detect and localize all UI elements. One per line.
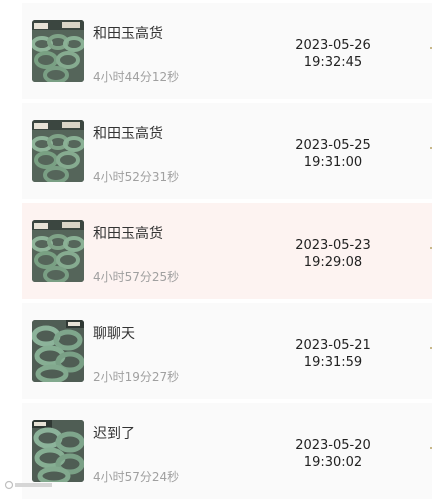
item-title: 和田玉高货 [93, 26, 163, 42]
edge-marker [430, 347, 432, 349]
edge-marker [430, 147, 432, 149]
item-datetime: 2023-05-23 19:29:08 [278, 237, 388, 271]
list-item[interactable]: 和田玉高货 4小时44分12秒 2023-05-26 19:32:45 [22, 3, 432, 99]
item-datetime: 2023-05-21 19:31:59 [278, 337, 388, 371]
jade-bangles-thumbnail [32, 320, 84, 382]
item-time: 19:31:00 [303, 155, 363, 170]
item-datetime: 2023-05-26 19:32:45 [278, 37, 388, 71]
item-title: 迟到了 [93, 426, 135, 442]
list-item[interactable]: 和田玉高货 4小时57分25秒 2023-05-23 19:29:08 [22, 203, 432, 299]
item-date: 2023-05-20 [295, 438, 371, 453]
item-datetime: 2023-05-25 19:31:00 [278, 137, 388, 171]
item-duration: 4小时52分31秒 [93, 170, 180, 184]
live-replay-list: 和田玉高货 4小时44分12秒 2023-05-26 19:32:45 和田玉高… [0, 0, 435, 499]
jade-bangles-thumbnail [32, 120, 84, 182]
item-time: 19:30:02 [303, 455, 363, 470]
watermark-logo [4, 480, 54, 493]
jade-bangles-thumbnail [32, 420, 84, 482]
jade-bangles-thumbnail [32, 20, 84, 82]
edge-marker [430, 247, 432, 249]
item-date: 2023-05-23 [295, 238, 371, 253]
item-title: 和田玉高货 [93, 226, 163, 242]
item-date: 2023-05-21 [295, 338, 371, 353]
item-title: 和田玉高货 [93, 126, 163, 142]
edge-marker [430, 47, 432, 49]
item-time: 19:32:45 [303, 55, 363, 70]
item-time: 19:29:08 [303, 255, 363, 270]
item-title: 聊聊天 [93, 326, 135, 342]
jade-bangles-thumbnail [32, 220, 84, 282]
item-duration: 4小时57分25秒 [93, 270, 180, 284]
item-time: 19:31:59 [303, 355, 363, 370]
list-item[interactable]: 聊聊天 2小时19分27秒 2023-05-21 19:31:59 [22, 303, 432, 399]
item-duration: 4小时44分12秒 [93, 70, 180, 84]
list-item[interactable]: 迟到了 4小时57分24秒 2023-05-20 19:30:02 [22, 403, 432, 499]
item-duration: 4小时57分24秒 [93, 470, 180, 484]
item-date: 2023-05-26 [295, 38, 371, 53]
edge-marker [430, 447, 432, 449]
item-date: 2023-05-25 [295, 138, 371, 153]
list-item[interactable]: 和田玉高货 4小时52分31秒 2023-05-25 19:31:00 [22, 103, 432, 199]
item-datetime: 2023-05-20 19:30:02 [278, 437, 388, 471]
item-duration: 2小时19分27秒 [93, 370, 180, 384]
